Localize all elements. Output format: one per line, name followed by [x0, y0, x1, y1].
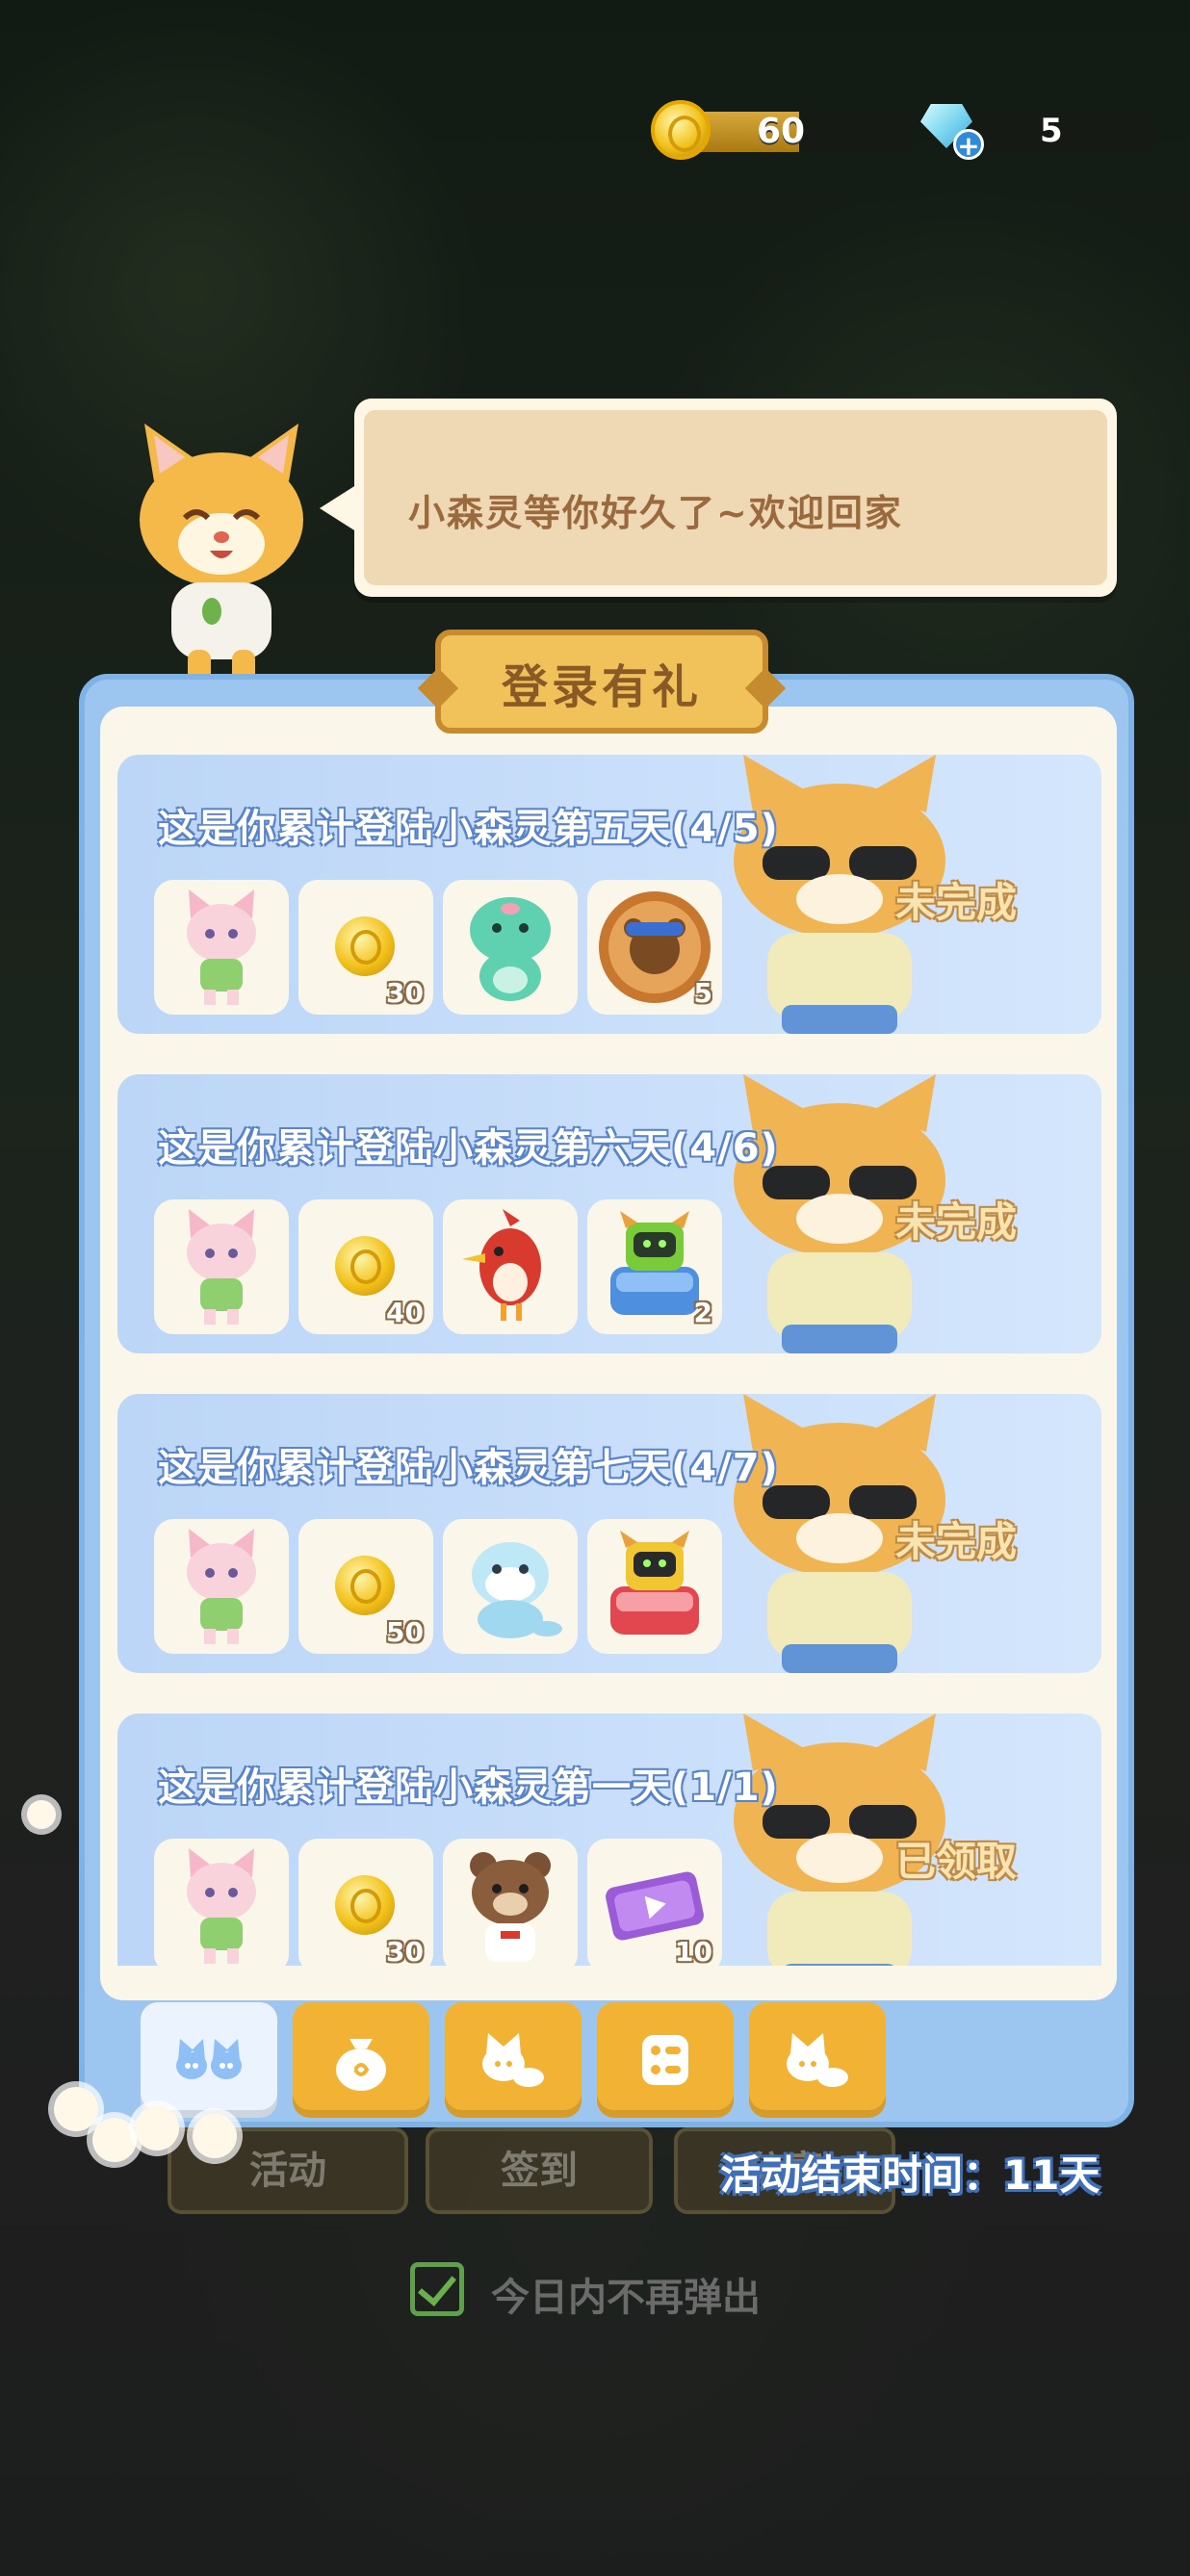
reward-bear-badge[interactable]: 5 [587, 880, 722, 1015]
card-status-claimed: 已领取 [895, 1838, 1018, 1885]
reward-robot-bed-red[interactable] [587, 1519, 722, 1654]
speech-bubble-text: 小森灵等你好久了~欢迎回家 [408, 492, 903, 534]
reward-quantity: 30 [386, 1936, 424, 1966]
panel-title-plate: 登录有礼 [435, 630, 768, 734]
reward-card: 这是你累计登陆小森灵第七天(4/7) 未完成 50 [117, 1394, 1101, 1673]
add-gems-icon[interactable]: + [953, 129, 984, 161]
reward-coins[interactable]: 40 [298, 1199, 433, 1334]
grid-icon [642, 2035, 688, 2085]
background-signin-button: 签到 [426, 2127, 653, 2214]
money-bag-icon [336, 2039, 386, 2091]
flower-decoration [27, 1800, 56, 1829]
flower-decoration [92, 2118, 137, 2162]
reward-quantity: 40 [386, 1297, 424, 1328]
tab-login-gift[interactable] [141, 2002, 277, 2118]
flower-decoration [135, 2106, 179, 2151]
card-title: 这是你累计登陆小森灵第五天(4/5) [158, 807, 779, 851]
cat-faces-icon [176, 2039, 242, 2079]
cat-mascot-icon [140, 424, 303, 693]
coin-bar-track [799, 112, 913, 152]
reward-quantity: 30 [386, 977, 424, 1009]
speech-bubble: 小森灵等你好久了~欢迎回家 [354, 399, 1117, 597]
reward-card: 这是你累计登陆小森灵第五天(4/5) 未完成 30 5 [117, 755, 1101, 1034]
reward-quantity: 2 [693, 1297, 712, 1328]
pink-cat-figure-icon [187, 1848, 256, 1964]
gold-coin-icon [651, 100, 711, 160]
do-not-show-checkbox[interactable] [410, 2262, 464, 2316]
tab-cat-coins-2[interactable] [749, 2002, 886, 2118]
card-title: 这是你累计登陆小森灵第六天(4/6) [158, 1126, 779, 1171]
card-status-incomplete: 未完成 [895, 1198, 1018, 1246]
reward-blue-seal[interactable] [443, 1519, 578, 1654]
tab-cat-coins[interactable] [445, 2002, 582, 2118]
robot-bed-red-icon [610, 1531, 699, 1635]
flower-decoration [193, 2114, 237, 2158]
gold-coin-icon [335, 1875, 395, 1935]
tab-grid[interactable] [597, 2002, 734, 2118]
reward-quantity: 10 [675, 1936, 712, 1966]
reward-quantity: 50 [386, 1616, 424, 1648]
brown-bear-icon [470, 1852, 551, 1962]
coin-counter[interactable]: 60 [651, 100, 913, 160]
cat-coins-icon [787, 2033, 848, 2087]
tab-money-bag[interactable] [293, 2002, 429, 2118]
coin-count: 60 [757, 112, 806, 151]
reward-red-bird[interactable] [443, 1199, 578, 1334]
pink-cat-figure-icon [187, 889, 256, 1005]
panel-title: 登录有礼 [501, 660, 702, 714]
do-not-show-label: 今日内不再弹出 [491, 2276, 761, 2320]
activity-end-time: 活动结束时间：11天 [720, 2151, 1100, 2199]
gold-coin-icon [335, 1556, 395, 1615]
reward-pink-cat[interactable] [154, 1839, 289, 1966]
cat-coins-icon [482, 2033, 544, 2087]
reward-coins[interactable]: 30 [298, 880, 433, 1015]
reward-card: 这是你累计登陆小森灵第六天(4/6) 未完成 40 2 [117, 1074, 1101, 1353]
gem-count: 5 [1040, 112, 1063, 150]
reward-brown-bear[interactable] [443, 1839, 578, 1966]
card-status-incomplete: 未完成 [895, 1518, 1018, 1565]
pink-cat-figure-icon [187, 1529, 256, 1644]
reward-coins[interactable]: 50 [298, 1519, 433, 1654]
reward-pink-cat[interactable] [154, 1199, 289, 1334]
card-title: 这是你累计登陆小森灵第一天(1/1) [158, 1765, 779, 1810]
red-bird-icon [462, 1209, 541, 1321]
blue-seal-icon [472, 1542, 562, 1638]
gold-coin-icon [335, 1236, 395, 1296]
reward-list[interactable]: 这是你累计登陆小森灵第五天(4/5) 未完成 30 5 这是你累计登陆小森灵第六… [117, 755, 1101, 1966]
reward-video-ticket[interactable]: 10 [587, 1839, 722, 1966]
reward-card: 这是你累计登陆小森灵第一天(1/1) 已领取 30 10 [117, 1713, 1101, 1966]
card-title: 这是你累计登陆小森灵第七天(4/7) [158, 1446, 779, 1490]
reward-pink-cat[interactable] [154, 1519, 289, 1654]
reward-pink-cat[interactable] [154, 880, 289, 1015]
activity-tab-bar [141, 2002, 1074, 2118]
gold-coin-icon [335, 916, 395, 976]
gem-counter[interactable]: + 5 [915, 100, 1155, 161]
reward-robot-bed[interactable]: 2 [587, 1199, 722, 1334]
pink-cat-figure-icon [187, 1209, 256, 1325]
reward-coins[interactable]: 30 [298, 1839, 433, 1966]
teal-dinosaur-icon [470, 897, 551, 1001]
reward-teal-dinosaur[interactable] [443, 880, 578, 1015]
reward-quantity: 5 [693, 977, 712, 1009]
flower-decoration [54, 2087, 98, 2131]
card-status-incomplete: 未完成 [895, 879, 1018, 926]
